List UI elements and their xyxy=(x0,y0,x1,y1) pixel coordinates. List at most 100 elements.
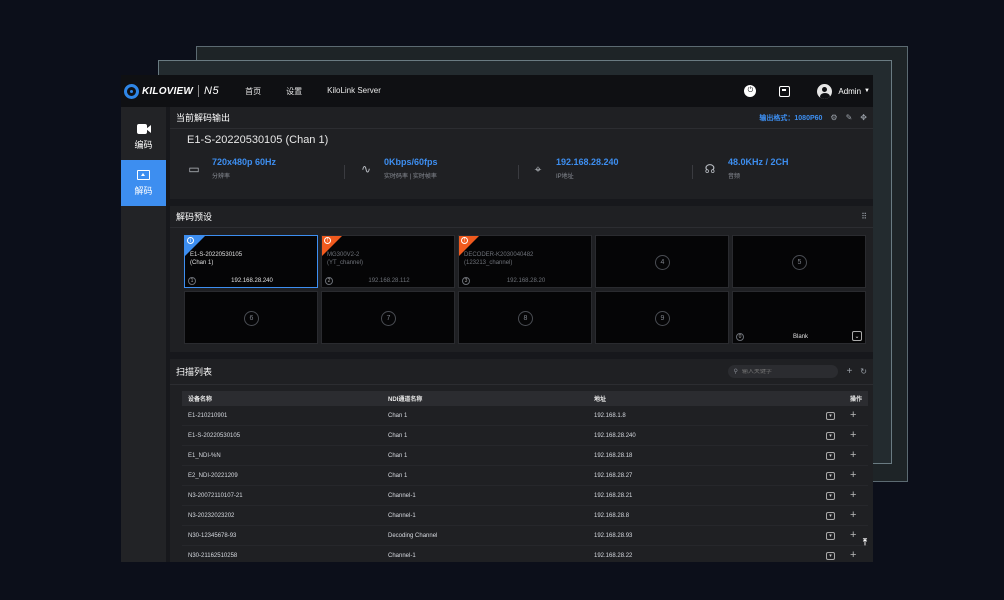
brand-divider xyxy=(198,85,200,97)
tile-number: 7 xyxy=(381,311,396,326)
address: 192.168.28.8 xyxy=(594,512,630,519)
preset-tile-3[interactable]: ! DECODER-K2030040482 (123213_channel) 19… xyxy=(458,235,592,288)
add-icon[interactable]: + xyxy=(850,450,856,461)
col-ndi-channel: NDI通道名称 xyxy=(388,397,423,403)
table-row[interactable]: N30-12345678-93 Decoding Channel 192.168.2… xyxy=(182,526,868,546)
preset-tile-9[interactable]: 9 xyxy=(595,291,729,344)
add-icon[interactable]: + xyxy=(846,366,852,377)
stat-value: 720x480p 60Hz xyxy=(212,157,277,167)
tile-name: E1-S-20220530105 (Chan 1) xyxy=(190,252,243,266)
add-icon[interactable]: + xyxy=(850,510,856,521)
preset-tile-8[interactable]: 8 xyxy=(458,291,592,344)
add-icon[interactable]: + xyxy=(850,550,856,561)
power-icon[interactable]: ⏻ xyxy=(744,85,757,97)
warning-icon: ! xyxy=(324,237,331,244)
header-actions: ⏻ Admin ▼ xyxy=(744,75,873,107)
table-row[interactable]: N3-20072110107-21 Channel-1 192.168.28.21 ▾… xyxy=(182,486,868,506)
nav-home[interactable]: 首页 xyxy=(245,86,261,97)
preset-tile-2[interactable]: ! MG300V2-2 (YT_channel) 192.168.28.112 2 xyxy=(321,235,455,288)
preview-icon[interactable]: ▾ xyxy=(826,411,835,420)
sidebar: 编码 解码 xyxy=(121,107,166,562)
stat-label: 音频 xyxy=(728,174,741,180)
ndi-channel: Channel-1 xyxy=(388,512,416,519)
add-icon[interactable]: + xyxy=(850,530,856,541)
address: 192.168.28.21 xyxy=(594,492,633,499)
sidebar-item-encode[interactable]: 编码 xyxy=(121,114,166,160)
preview-icon[interactable]: ▾ xyxy=(826,471,835,480)
preset-tile-1[interactable]: i E1-S-20220530105 (Chan 1) 192.168.28.24… xyxy=(184,235,318,288)
tile-ip: 192.168.28.20 xyxy=(506,278,546,284)
table-row[interactable]: N30-21162510258 Channel-1 192.168.28.22 ▾ + xyxy=(182,546,868,562)
add-icon[interactable]: + xyxy=(850,410,856,421)
camera-icon xyxy=(136,123,151,134)
preview-icon[interactable]: ▾ xyxy=(826,551,835,560)
tile-blank-label: Blank xyxy=(793,334,809,340)
sidebar-item-decode[interactable]: 解码 xyxy=(121,160,166,206)
stat-value: 0Kbps/60fps xyxy=(384,157,438,167)
stat-label: 分辨率 xyxy=(212,174,231,180)
table-body: E1-210210901 Chan 1 192.168.1.8 ▾ + E1-S-2022… xyxy=(182,406,868,562)
table-row[interactable]: E1_NDI-%N Chan 1 192.168.28.18 ▾ + xyxy=(182,446,868,466)
add-icon[interactable]: + xyxy=(850,490,856,501)
ndi-channel: Channel-1 xyxy=(388,552,416,559)
stat-value: 192.168.28.240 xyxy=(556,157,619,167)
display-icon: ▭ xyxy=(188,162,200,176)
search-input[interactable] xyxy=(741,368,832,375)
row-actions: ▾ + xyxy=(814,550,868,561)
output-format[interactable]: 输出格式：1080P60 xyxy=(759,113,822,123)
logo[interactable]: KILOVIEW N5 xyxy=(124,83,219,99)
device-name: E1-210210901 xyxy=(188,412,228,419)
move-icon[interactable]: ✥ xyxy=(860,113,867,122)
row-actions: ▾ + xyxy=(814,490,868,501)
back-to-top-icon[interactable]: ⤒ xyxy=(863,537,867,548)
table-row[interactable]: E2_NDI-20221209 Chan 1 192.168.28.27 ▾ + xyxy=(182,466,868,486)
stat-divider xyxy=(518,165,519,179)
user-avatar-icon[interactable] xyxy=(817,83,833,99)
tile-number: 9 xyxy=(655,311,670,326)
gear-icon[interactable]: ⚙ xyxy=(830,113,837,122)
search-icon: ⚲ xyxy=(733,369,738,375)
preview-icon[interactable]: ▾ xyxy=(826,451,835,460)
presets-panel: 解码预设 ⠿ i E1-S-20220530105 (Chan 1) 192.16… xyxy=(170,206,873,352)
tile-name: MG300V2-2 (YT_channel) xyxy=(327,252,364,266)
search-box[interactable]: ⚲ xyxy=(728,365,839,378)
preset-tile-7[interactable]: 7 xyxy=(321,291,455,344)
stat-resolution: ▭ 720x480p 60Hz 分辨率 xyxy=(170,157,342,180)
row-actions: ▾ + xyxy=(814,430,868,441)
add-icon[interactable]: + xyxy=(850,470,856,481)
edit-icon[interactable]: ✎ xyxy=(846,113,853,122)
preview-icon[interactable]: ▾ xyxy=(826,491,835,500)
add-icon[interactable]: + xyxy=(850,430,856,441)
scan-list-panel: 扫描列表 ⚲ + ↻ 设备名称 NDI通道名称 地址 操作 E1-21 xyxy=(170,359,873,562)
chevron-down-icon[interactable]: ▼ xyxy=(864,88,870,94)
nav-settings[interactable]: 设置 xyxy=(286,86,302,97)
calendar-icon[interactable] xyxy=(779,85,791,97)
tile-number: 4 xyxy=(655,255,670,270)
user-name[interactable]: Admin xyxy=(838,87,861,96)
table-row[interactable]: E1-210210901 Chan 1 192.168.1.8 ▾ + xyxy=(182,406,868,426)
preset-tile-5[interactable]: 5 xyxy=(732,235,866,288)
table-row[interactable]: E1-S-20220530105 Chan 1 192.168.28.240 ▾ + xyxy=(182,426,868,446)
tile-number: 2 xyxy=(325,277,333,285)
preset-tile-0[interactable]: Blank 0 ⌄ xyxy=(732,291,866,344)
preview-icon[interactable]: ▾ xyxy=(826,531,835,540)
sidebar-item-label: 解码 xyxy=(134,185,153,196)
preview-icon[interactable]: ▾ xyxy=(826,431,835,440)
panel-title: 解码预设 xyxy=(176,212,213,222)
location-icon: ⌖ xyxy=(534,161,542,176)
panel-header: 扫描列表 ⚲ + ↻ xyxy=(170,359,873,385)
expand-icon[interactable]: ⌄ xyxy=(852,331,862,341)
preview-icon[interactable]: ▾ xyxy=(826,511,835,520)
device-name: N3-20072110107-21 xyxy=(188,492,243,499)
refresh-icon[interactable]: ↻ xyxy=(860,367,867,376)
nav-kilolink-server[interactable]: KiloLink Server xyxy=(327,86,381,97)
preset-tile-6[interactable]: 6 xyxy=(184,291,318,344)
grid-layout-icon[interactable]: ⠿ xyxy=(861,212,867,221)
tile-name: DECODER-K2030040482 (123213_channel) xyxy=(464,252,534,266)
table-row[interactable]: N3-20232023202 Channel-1 192.168.28.8 ▾ + xyxy=(182,506,868,526)
table-header: 设备名称 NDI通道名称 地址 操作 xyxy=(182,391,868,406)
row-actions: ▾ + xyxy=(814,510,868,521)
tile-number: 0 xyxy=(736,333,744,341)
device-name: N3-20232023202 xyxy=(188,512,235,519)
preset-tile-4[interactable]: 4 xyxy=(595,235,729,288)
